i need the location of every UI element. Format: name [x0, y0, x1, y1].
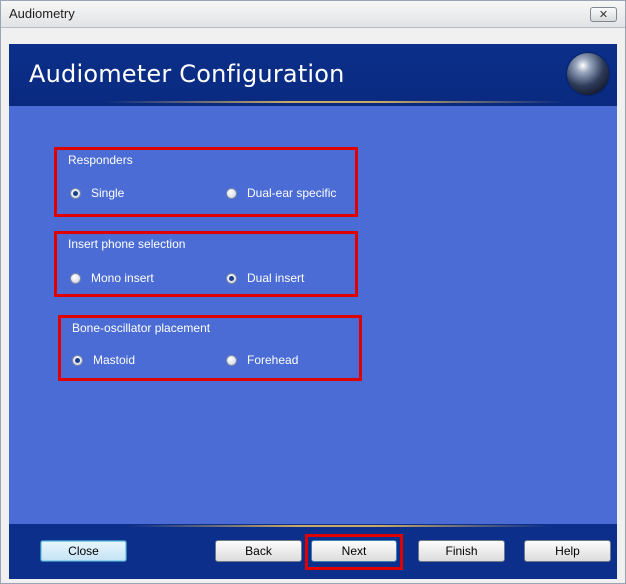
next-button[interactable]: Next	[311, 540, 397, 562]
radio-mastoid[interactable]: Mastoid	[72, 353, 135, 367]
group-label: Bone-oscillator placement	[72, 321, 211, 335]
window-title: Audiometry	[9, 6, 75, 21]
radio-label: Mono insert	[91, 271, 154, 285]
radio-selected-icon	[72, 354, 83, 366]
radio-label: Mastoid	[93, 353, 136, 367]
wizard-header: Audiometer Configuration	[9, 44, 617, 106]
radio-single[interactable]: Single	[70, 186, 124, 200]
close-icon: ✕	[598, 8, 609, 21]
finish-button[interactable]: Finish	[418, 540, 505, 562]
radio-unselected-icon	[226, 187, 237, 199]
radio-unselected-icon	[70, 272, 81, 284]
footer-divider	[129, 525, 549, 527]
help-button[interactable]: Help	[524, 540, 611, 562]
radio-label: Dual-ear specific	[247, 186, 337, 200]
radio-forehead[interactable]: Forehead	[226, 353, 298, 367]
window-close-button[interactable]: ✕	[590, 7, 617, 22]
insert-phone-group: Insert phone selection Mono insert Dual …	[54, 231, 358, 297]
responders-group: Responders Single Dual-ear specific	[54, 147, 358, 217]
radio-unselected-icon	[226, 354, 237, 366]
radio-label: Dual insert	[247, 271, 305, 285]
radio-dual-insert[interactable]: Dual insert	[226, 271, 304, 285]
radio-label: Single	[91, 186, 125, 200]
wizard-footer: Close Back Next Finish Help	[9, 524, 617, 579]
group-label: Insert phone selection	[68, 237, 186, 251]
title-bar: Audiometry ✕	[1, 1, 625, 28]
sphere-icon	[567, 53, 609, 95]
radio-dual-ear-specific[interactable]: Dual-ear specific	[226, 186, 336, 200]
page-title: Audiometer Configuration	[29, 60, 345, 88]
audiometry-window: Audiometry ✕ Audiometer Configuration Re…	[0, 0, 626, 584]
bone-oscillator-group: Bone-oscillator placement Mastoid Forehe…	[58, 315, 362, 381]
header-divider	[105, 101, 565, 103]
radio-label: Forehead	[247, 353, 299, 367]
radio-mono-insert[interactable]: Mono insert	[70, 271, 154, 285]
group-label: Responders	[68, 153, 133, 167]
radio-selected-icon	[226, 272, 237, 284]
close-button[interactable]: Close	[40, 540, 127, 562]
radio-selected-icon	[70, 187, 81, 199]
back-button[interactable]: Back	[215, 540, 302, 562]
configuration-panel: Responders Single Dual-ear specific Inse…	[9, 106, 617, 524]
